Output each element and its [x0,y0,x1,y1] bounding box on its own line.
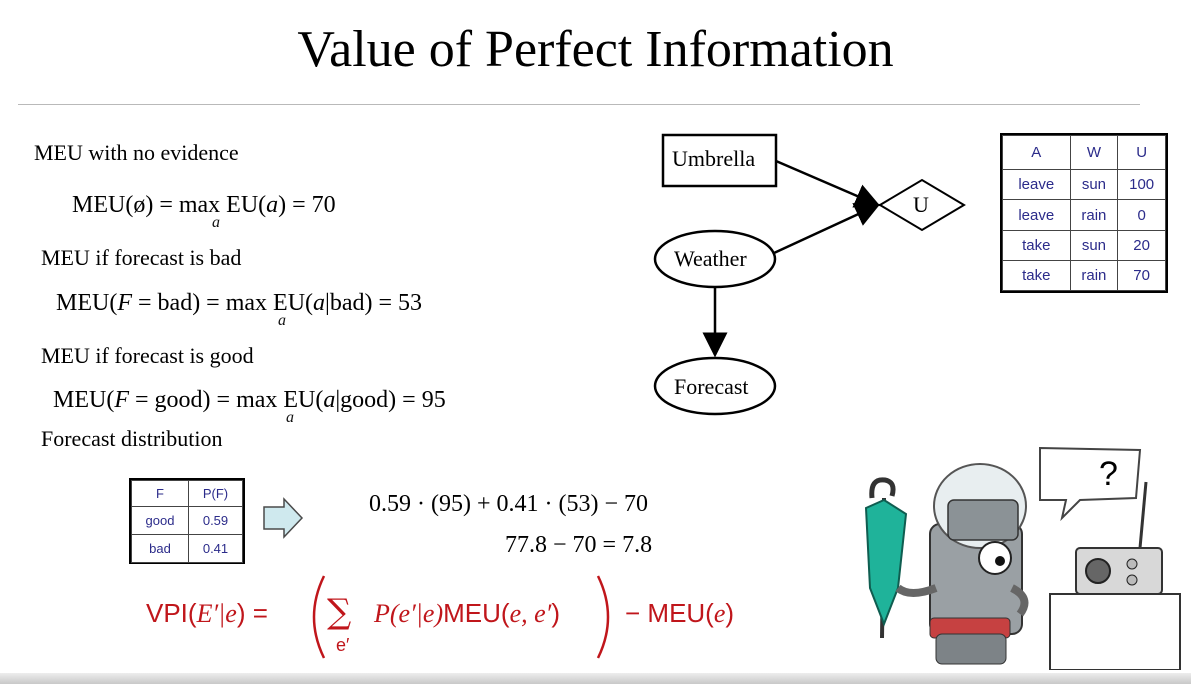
vpi-term: P(e′|e)MEU(e, e′) [374,598,561,628]
umbrella-label: Umbrella [672,146,756,171]
robot-illustration [864,446,1181,670]
forecast-label: Forecast [674,374,749,399]
table-cell: rain [1069,259,1119,292]
robot-eye-icon [978,541,1012,575]
slide-title: Value of Perfect Information [297,21,894,78]
meu-no-evidence-label: MEU with no evidence [34,140,239,165]
utility-table: A W U leave sun 100 leave rain 0 take sun 20 t… [1000,133,1168,293]
table-cell: bad [131,534,189,563]
weather-label: Weather [674,246,747,271]
question-mark: ? [1099,455,1118,493]
meu-bad-label: MEU if forecast is bad [41,245,242,270]
table-cell: leave [1002,169,1071,201]
table-header: P(F) [188,480,243,507]
table-cell: take [1002,259,1071,292]
slide-bottom-edge [0,673,1191,684]
slide: Value of Perfect Information MEU with no… [0,0,1191,684]
table-cell: sun [1069,229,1119,261]
forecast-distribution-label: Forecast distribution [41,426,223,451]
calc-line-2: 77.8 − 70 = 7.8 [505,532,653,558]
edge-umbrella-utility [775,159,881,208]
sum-subscript: e′ [336,635,350,655]
title-divider [18,104,1140,105]
table-header: A [1002,134,1071,171]
table-cell: rain [1069,199,1119,231]
meu-good-equation: MEU(F = good) = max EU(a|good) = 95 [53,387,446,413]
table-cell: 0.41 [188,534,243,563]
edge-weather-utility [773,203,881,255]
table-cell: good [131,506,189,535]
table-cell: leave [1002,199,1071,231]
meu-good-label: MEU if forecast is good [41,343,254,368]
table-header: W [1069,134,1119,171]
table-header: U [1117,134,1166,171]
table-cell: take [1002,229,1071,261]
table-cell: 70 [1117,259,1166,292]
table-cell: 100 [1117,169,1166,201]
right-arrow-icon [263,497,304,539]
umbrella-icon [864,498,908,627]
right-paren [596,575,610,659]
calc-line-1: 0.59 · (95) + 0.41 · (53) − 70 [369,491,649,517]
table-cell: 0.59 [188,506,243,535]
left-paren [312,575,326,659]
table-cell: sun [1069,169,1119,201]
vpi-minus-term: − MEU(e) [625,598,735,628]
forecast-table: F P(F) good 0.59 bad 0.41 [129,478,245,564]
utility-label: U [913,192,929,217]
table-icon [1049,593,1181,670]
sum-symbol: ∑ [327,592,352,632]
table-cell: 20 [1117,229,1166,261]
meu-bad-equation: MEU(F = bad) = max EU(a|bad) = 53 [56,290,423,316]
max-subscript: a [212,214,220,231]
max-subscript: a [278,312,286,329]
thought-bubble-icon [1039,446,1142,522]
vpi-formula: VPI(E′|e) = [146,598,268,628]
table-header: F [131,480,189,507]
table-cell: 0 [1117,199,1166,231]
meu-no-evidence-equation: MEU(ø) = max EU(a) = 70 [72,192,336,218]
max-subscript: a [286,409,294,426]
